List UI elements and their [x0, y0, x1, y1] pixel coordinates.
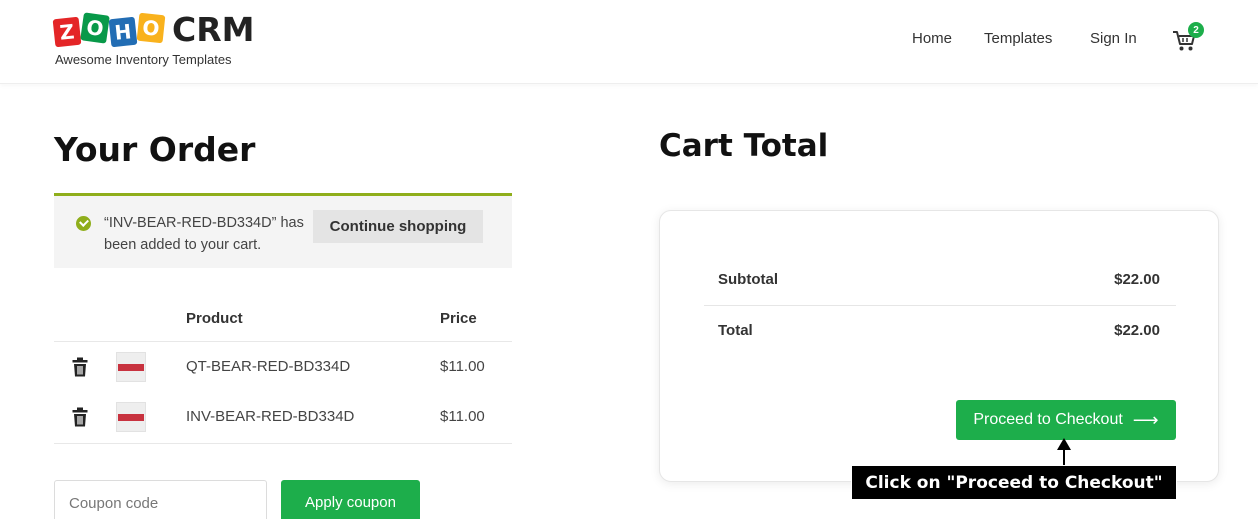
product-name[interactable]: INV-BEAR-RED-BD334D	[186, 408, 354, 425]
column-header-product: Product	[186, 310, 243, 327]
zoho-logo-mark: Z O H O	[52, 12, 172, 48]
cart-total-title: Cart Total	[659, 128, 829, 164]
cart-button[interactable]: 2	[1172, 22, 1206, 54]
callout-arrow-line	[1063, 448, 1065, 466]
divider	[704, 305, 1176, 306]
added-to-cart-notice: “INV-BEAR-RED-BD334D” has been added to …	[54, 193, 512, 268]
subtotal-label: Subtotal	[718, 271, 778, 288]
product-price: $11.00	[440, 358, 485, 375]
order-table-header: Product Price	[54, 296, 512, 342]
total-value: $22.00	[1114, 322, 1160, 339]
coupon-code-input[interactable]	[54, 480, 267, 519]
logo-letter-o1: O	[80, 12, 110, 44]
product-thumbnail[interactable]	[116, 352, 146, 382]
product-price: $11.00	[440, 408, 485, 425]
subtotal-value: $22.00	[1114, 271, 1160, 288]
logo-product-name: CRM	[172, 10, 255, 49]
check-circle-icon	[76, 216, 91, 231]
logo-letter-z: Z	[52, 16, 82, 48]
table-row: INV-BEAR-RED-BD334D $11.00	[54, 392, 512, 444]
apply-coupon-button[interactable]: Apply coupon	[281, 480, 420, 519]
cart-count-badge: 2	[1188, 22, 1204, 38]
trash-icon[interactable]	[72, 407, 88, 427]
site-header: Z O H O CRM Awesome Inventory Templates …	[0, 0, 1258, 84]
logo-letter-o2: O	[136, 12, 166, 44]
arrow-right-icon: ⟶	[1132, 410, 1159, 430]
nav-home-link[interactable]: Home	[912, 30, 952, 47]
table-row: QT-BEAR-RED-BD334D $11.00	[54, 342, 512, 392]
continue-shopping-button[interactable]: Continue shopping	[313, 210, 483, 243]
zoho-crm-logo[interactable]: Z O H O CRM Awesome Inventory Templates	[52, 10, 255, 70]
nav-templates-link[interactable]: Templates	[984, 30, 1052, 47]
nav-sign-in-link[interactable]: Sign In	[1090, 30, 1137, 47]
product-thumbnail[interactable]	[116, 402, 146, 432]
cart-total-card: Subtotal $22.00 Total $22.00 Proceed to …	[659, 210, 1219, 482]
checkout-label: Proceed to Checkout	[973, 411, 1123, 428]
product-name[interactable]: QT-BEAR-RED-BD334D	[186, 358, 350, 375]
total-label: Total	[718, 322, 753, 339]
order-title: Your Order	[54, 130, 256, 169]
logo-tagline: Awesome Inventory Templates	[55, 52, 232, 67]
instruction-callout: Click on "Proceed to Checkout"	[851, 465, 1177, 500]
trash-icon[interactable]	[72, 357, 88, 377]
column-header-price: Price	[440, 310, 477, 327]
proceed-to-checkout-button[interactable]: Proceed to Checkout ⟶	[956, 400, 1176, 440]
logo-letter-h: H	[108, 16, 138, 48]
notice-message: “INV-BEAR-RED-BD334D” has been added to …	[104, 215, 304, 253]
